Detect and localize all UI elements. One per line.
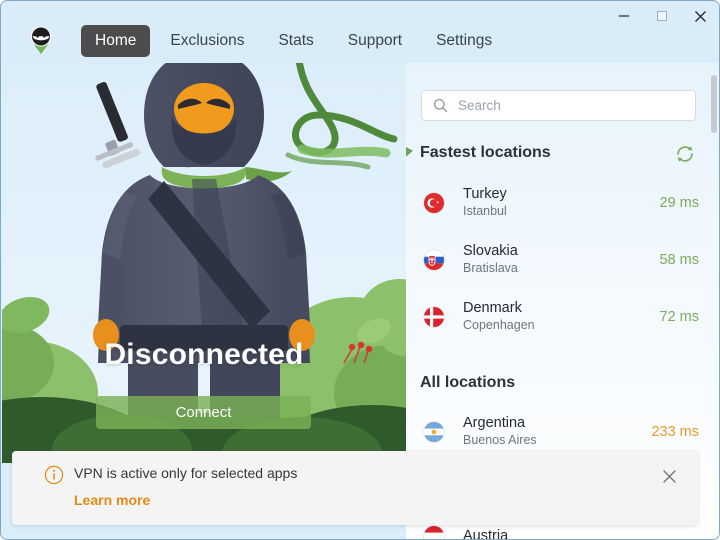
decorative-leaf <box>406 142 413 164</box>
tab-exclusions-label: Exclusions <box>170 32 245 49</box>
location-city: Bratislava <box>463 261 518 275</box>
search-box[interactable] <box>421 90 696 121</box>
tab-support[interactable]: Support <box>334 25 416 57</box>
title-bar: Home Exclusions Stats Support Settings <box>1 1 719 63</box>
flag-denmark-icon <box>424 306 444 327</box>
location-ping: 58 ms <box>659 251 700 268</box>
notification-message: VPN is active only for selected apps <box>74 465 298 481</box>
locations-scrollbar[interactable] <box>711 75 717 133</box>
location-ping: 233 ms <box>651 423 699 440</box>
tab-settings-label: Settings <box>436 32 493 49</box>
notification-close-icon[interactable] <box>656 463 682 489</box>
tab-home[interactable]: Home <box>81 25 151 57</box>
tab-stats-label: Stats <box>278 32 314 49</box>
location-country: Denmark <box>463 300 522 316</box>
location-row-turkey[interactable]: Turkey Istanbul 29 ms <box>406 174 719 231</box>
location-text: Slovakia Bratislava <box>463 242 660 277</box>
location-row-slovakia[interactable]: Slovakia Bratislava 58 ms <box>406 231 719 288</box>
tab-support-label: Support <box>347 32 403 49</box>
main-nav: Home Exclusions Stats Support Settings <box>81 25 506 57</box>
minimize-icon[interactable] <box>605 1 643 31</box>
search-icon <box>433 98 448 113</box>
app-window: Home Exclusions Stats Support Settings D… <box>0 0 720 540</box>
all-locations-heading: All locations <box>420 374 516 391</box>
location-country: Slovakia <box>463 243 518 259</box>
connect-button[interactable]: Connect <box>96 396 311 429</box>
search-input[interactable] <box>456 97 680 114</box>
location-city: Copenhagen <box>463 318 535 332</box>
flag-argentina-icon <box>424 421 444 442</box>
location-ping: 72 ms <box>659 308 700 325</box>
location-country: Argentina <box>463 415 526 431</box>
maximize-icon[interactable] <box>643 1 681 31</box>
flag-austria-icon <box>424 525 444 539</box>
location-text: Denmark Copenhagen <box>463 299 660 334</box>
tab-settings[interactable]: Settings <box>422 25 506 57</box>
location-text: Austria <box>463 527 699 540</box>
flag-turkey-icon <box>424 192 444 213</box>
location-city: Buenos Aires <box>463 433 537 447</box>
info-icon <box>44 465 64 485</box>
notification-bar: VPN is active only for selected apps Lea… <box>12 451 698 525</box>
location-row-denmark[interactable]: Denmark Copenhagen 72 ms <box>406 288 719 345</box>
location-text: Argentina Buenos Aires <box>463 414 651 449</box>
location-country: Turkey <box>463 186 507 202</box>
location-city: Istanbul <box>463 204 507 218</box>
tab-stats[interactable]: Stats <box>264 25 327 57</box>
fastest-locations-heading: Fastest locations <box>420 144 551 161</box>
learn-more-link[interactable]: Learn more <box>74 492 150 508</box>
location-text: Turkey Istanbul <box>463 185 660 220</box>
flag-slovakia-icon <box>424 249 444 270</box>
tab-exclusions[interactable]: Exclusions <box>156 25 258 57</box>
window-controls <box>605 1 719 31</box>
ninja-logo-icon <box>24 23 58 57</box>
connection-status: Disconnected <box>104 338 304 371</box>
tab-home-label: Home <box>95 32 137 49</box>
location-ping: 29 ms <box>659 194 700 211</box>
refresh-icon[interactable] <box>674 143 696 165</box>
close-icon[interactable] <box>681 1 719 31</box>
location-country: Austria <box>463 527 509 540</box>
